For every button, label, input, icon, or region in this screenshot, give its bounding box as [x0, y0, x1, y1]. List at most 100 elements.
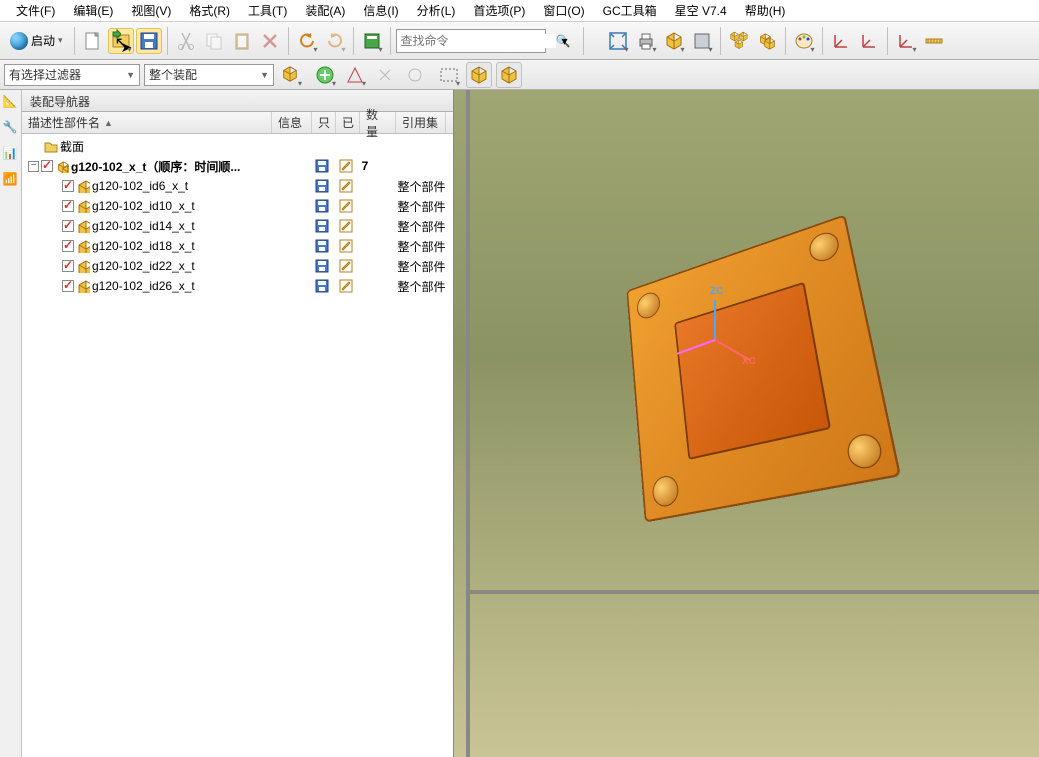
tree-section-row[interactable]: 截面	[22, 136, 453, 156]
checkbox[interactable]	[62, 280, 74, 292]
header-only[interactable]: 只	[312, 112, 336, 133]
assembly-navigator: 装配导航器 描述性部件名▲ 信息 只 已 数量 引用集 截面 −	[22, 90, 454, 757]
edit-icon	[339, 219, 353, 233]
open-button[interactable]: ↖ ➤	[108, 28, 134, 54]
menu-tools[interactable]: 工具(T)	[240, 0, 295, 21]
vertical-splitter[interactable]	[466, 90, 470, 757]
checkbox[interactable]	[41, 160, 53, 172]
menu-edit[interactable]: 编辑(E)	[65, 0, 121, 21]
lefticon-2[interactable]: 🔧	[3, 120, 19, 136]
menu-format[interactable]: 格式(R)	[181, 0, 238, 21]
tree-child-row[interactable]: g120-102_id14_x_t整个部件	[22, 216, 453, 236]
checkbox[interactable]	[62, 240, 74, 252]
search-dropdown[interactable]: ▾	[552, 28, 578, 54]
tree-child-row[interactable]: g120-102_id10_x_t整个部件	[22, 196, 453, 216]
menu-gctoolbox[interactable]: GC工具箱	[595, 0, 665, 21]
axes-btn2[interactable]	[856, 28, 882, 54]
dashrect-button[interactable]	[436, 62, 462, 88]
checkbox[interactable]	[62, 200, 74, 212]
save-icon	[315, 199, 329, 213]
palette-button[interactable]	[791, 28, 817, 54]
command-search[interactable]: 🔍	[396, 29, 546, 53]
child-ref: 整个部件	[393, 278, 453, 295]
root-qty: 7	[358, 159, 394, 173]
tree-child-row[interactable]: g120-102_id18_x_t整个部件	[22, 236, 453, 256]
save-button[interactable]	[136, 28, 162, 54]
filter-combo-2[interactable]: 整个装配▼	[144, 64, 274, 86]
viewport[interactable]: ZC XC	[454, 90, 1039, 757]
select-mode-5[interactable]	[402, 62, 428, 88]
search-input[interactable]	[401, 34, 556, 48]
lefticon-3[interactable]: 📊	[3, 146, 19, 162]
edit-icon	[339, 279, 353, 293]
part-icon	[76, 219, 90, 233]
child-ref: 整个部件	[393, 178, 453, 195]
tree-child-row[interactable]: g120-102_id22_x_t整个部件	[22, 256, 453, 276]
cube-btn-a[interactable]	[466, 62, 492, 88]
select-mode-2[interactable]	[312, 62, 338, 88]
menu-preferences[interactable]: 首选项(P)	[465, 0, 533, 21]
part-icon	[76, 179, 90, 193]
part-icon	[76, 279, 90, 293]
menu-view[interactable]: 视图(V)	[123, 0, 179, 21]
cut-button[interactable]	[173, 28, 199, 54]
edit-icon	[339, 259, 353, 273]
axes-btn1[interactable]	[828, 28, 854, 54]
printer-button[interactable]	[633, 28, 659, 54]
paste-button[interactable]	[229, 28, 255, 54]
select-mode-1[interactable]	[278, 62, 304, 88]
menu-file[interactable]: 文件(F)	[8, 0, 63, 21]
header-ref[interactable]: 引用集	[396, 112, 446, 133]
menu-help[interactable]: 帮助(H)	[737, 0, 794, 21]
menu-analysis[interactable]: 分析(L)	[409, 0, 464, 21]
tree-child-row[interactable]: g120-102_id6_x_t 整个部件	[22, 176, 453, 196]
child-name: g120-102_id26_x_t	[92, 279, 195, 293]
menu-xingkong[interactable]: 星空 V7.4	[667, 0, 735, 21]
lefticon-4[interactable]: 📶	[3, 172, 19, 188]
menubar: 文件(F) 编辑(E) 视图(V) 格式(R) 工具(T) 装配(A) 信息(I…	[0, 0, 1039, 22]
assembly-icon	[55, 159, 69, 173]
cube-btn-b[interactable]	[496, 62, 522, 88]
menu-info[interactable]: 信息(I)	[355, 0, 406, 21]
expander-icon[interactable]: −	[28, 161, 39, 172]
save-icon	[315, 159, 329, 173]
copy-button[interactable]	[201, 28, 227, 54]
select-mode-3[interactable]	[342, 62, 368, 88]
redo-button[interactable]	[322, 28, 348, 54]
filter1-label: 有选择过滤器	[9, 66, 81, 83]
model-3d[interactable]	[575, 201, 914, 540]
checkbox[interactable]	[62, 260, 74, 272]
select-mode-4[interactable]	[372, 62, 398, 88]
wireframe-button[interactable]	[661, 28, 687, 54]
measure-button[interactable]	[921, 28, 947, 54]
book-button[interactable]	[359, 28, 385, 54]
save-icon	[315, 219, 329, 233]
header-info[interactable]: 信息	[272, 112, 312, 133]
header-ro[interactable]: 已	[336, 112, 360, 133]
child-name: g120-102_id6_x_t	[92, 179, 188, 193]
child-ref: 整个部件	[393, 218, 453, 235]
lefticon-1[interactable]: 📐	[3, 94, 19, 110]
horizontal-splitter[interactable]	[470, 590, 1039, 594]
tree-child-row[interactable]: g120-102_id26_x_t 整个部件	[22, 276, 453, 296]
header-qty[interactable]: 数量	[360, 112, 396, 133]
start-button[interactable]: 启动 ▾	[4, 30, 69, 52]
new-button[interactable]	[80, 28, 106, 54]
assembly-icon1[interactable]	[726, 28, 752, 54]
checkbox[interactable]	[62, 180, 74, 192]
assembly-icon2[interactable]	[754, 28, 780, 54]
axes-btn3[interactable]	[893, 28, 919, 54]
fit-button[interactable]	[605, 28, 631, 54]
menu-window[interactable]: 窗口(O)	[535, 0, 592, 21]
shade-button[interactable]	[689, 28, 715, 54]
start-label: 启动	[31, 32, 55, 49]
filter-combo-1[interactable]: 有选择过滤器▼	[4, 64, 140, 86]
checkbox[interactable]	[62, 220, 74, 232]
menu-assembly[interactable]: 装配(A)	[297, 0, 353, 21]
undo-button[interactable]	[294, 28, 320, 54]
tree-root-row[interactable]: − g120-102_x_t（顺序：时间顺... 7	[22, 156, 453, 176]
main-toolbar: 启动 ▾ ↖ ➤ 🔍 ▾	[0, 22, 1039, 60]
delete-button[interactable]	[257, 28, 283, 54]
navigator-headers: 描述性部件名▲ 信息 只 已 数量 引用集	[22, 112, 453, 134]
header-name[interactable]: 描述性部件名▲	[22, 112, 272, 133]
